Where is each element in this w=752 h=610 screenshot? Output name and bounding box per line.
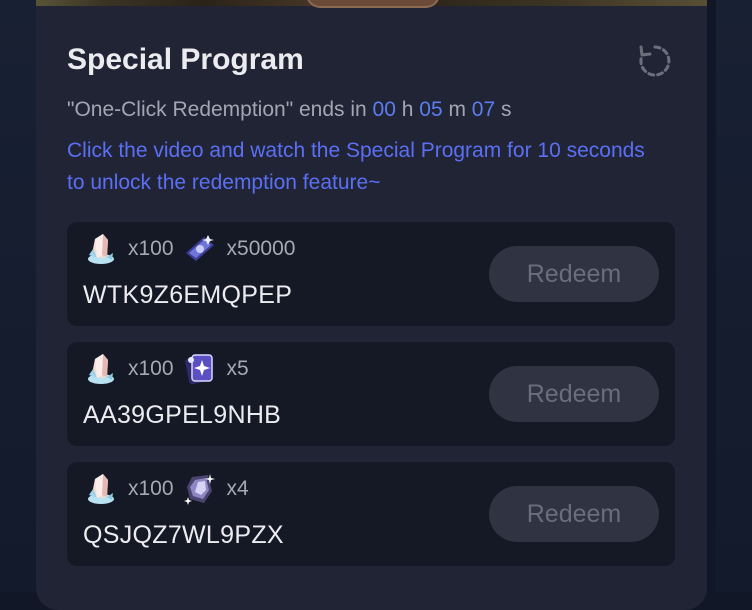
unlock-notice[interactable]: Click the video and watch the Special Pr… (67, 135, 657, 199)
reward-quantity: x50000 (226, 237, 296, 260)
reward-quantity: x4 (226, 477, 249, 500)
banner-image (36, 0, 707, 8)
refresh-icon (639, 45, 671, 77)
countdown-prefix: "One-Click Redemption" ends in (67, 98, 373, 121)
redemption-code: WTK9Z6EMQPEP (83, 281, 293, 309)
refresh-button[interactable] (637, 43, 673, 79)
pass-ticket-icon (185, 235, 214, 261)
card-pack-icon (184, 354, 213, 385)
background-right (716, 0, 752, 592)
countdown-minutes-label: m (442, 98, 472, 121)
countdown-minutes: 05 (419, 98, 443, 121)
countdown-seconds-label: s (495, 98, 512, 121)
code-card: x100 x5 AA39GPEL9NHB Redeem (67, 342, 675, 446)
reward-quantity: x5 (226, 357, 249, 380)
redemption-code: QSJQZ7WL9PZX (83, 521, 284, 549)
background-left (0, 0, 36, 592)
shard-icon (183, 474, 215, 505)
reward-list: x100 x5 (83, 352, 257, 386)
reward-list: x100 x4 (83, 472, 257, 506)
reward-list: x100 x50000 (83, 232, 303, 266)
redeem-button[interactable]: Redeem (489, 366, 659, 422)
countdown-seconds: 07 (471, 98, 496, 121)
crystal-icon (88, 354, 114, 384)
countdown-hours: 00 (372, 98, 396, 121)
crystal-icon (88, 474, 114, 504)
countdown-hours-label: h (395, 98, 420, 121)
code-card: x100 x4 QSJQZ7WL9PZX Redeem (67, 462, 675, 566)
page-title: Special Program (67, 43, 304, 76)
reward-quantity: x100 (128, 357, 174, 380)
reward-quantity: x100 (128, 477, 174, 500)
redemption-code: AA39GPEL9NHB (83, 401, 282, 429)
redemption-countdown: "One-Click Redemption" ends in 00 h 05 m… (67, 97, 512, 123)
special-program-panel: Special Program "One-Click Redemption" e… (36, 0, 707, 610)
reward-quantity: x100 (128, 237, 174, 260)
redeem-button[interactable]: Redeem (489, 486, 659, 542)
redeem-button[interactable]: Redeem (489, 246, 659, 302)
crystal-icon (88, 234, 114, 264)
code-card: x100 x50000 WTK9Z6EMQPEP Redeem (67, 222, 675, 326)
